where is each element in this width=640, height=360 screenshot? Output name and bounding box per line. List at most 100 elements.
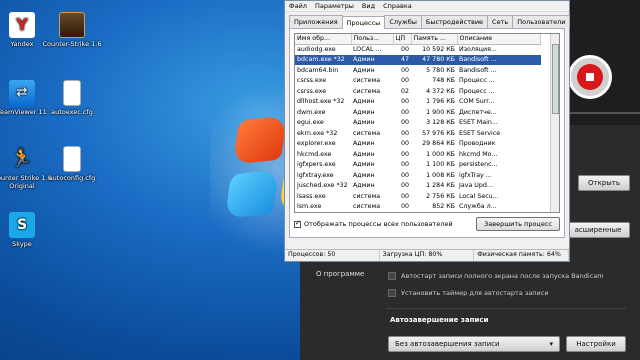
table-cell: Диспетче... — [459, 108, 497, 116]
windows-logo-red — [232, 115, 288, 165]
desktop-icon-counter-strike[interactable]: Counter-Strike 1.6 — [40, 12, 104, 48]
table-row[interactable]: jusched.exe *32 Админ 00 1 284 КБ Java Upd..… — [295, 181, 541, 192]
column-user[interactable]: Польз... — [351, 34, 394, 45]
process-table: Имя обр... Польз... ЦП Память ... Описан… — [295, 34, 541, 212]
column-memory[interactable]: Память ... — [411, 34, 458, 45]
menu-file[interactable]: Файл — [289, 2, 307, 10]
table-row[interactable]: csrss.exe система 02 4 372 КБ Процесс ... — [295, 86, 541, 97]
status-bar: Процессов: 50 Загрузка ЦП: 80% Физическа… — [285, 249, 570, 261]
table-cell: explorer.exe — [297, 140, 336, 148]
desktop-icon-autoexec[interactable]: autoexec.cfg — [40, 80, 104, 116]
table-cell: Процесс ... — [459, 87, 495, 95]
table-row[interactable]: egui.exe Админ 00 3 128 КБ ESET Main... — [295, 118, 541, 129]
table-cell: Админ — [353, 182, 375, 190]
advanced-button[interactable]: асширенные — [566, 222, 630, 238]
auto-start-checkbox[interactable]: Автостарт записи полного экрана после за… — [388, 272, 604, 280]
table-cell: igfxTray ... — [459, 171, 492, 179]
table-row[interactable]: lsm.exe система 00 852 КБ Служба л... — [295, 202, 541, 213]
panel-footer: Отображать процессы всех пользователей З… — [294, 217, 560, 231]
vertical-scrollbar[interactable] — [550, 34, 559, 212]
counter-strike-icon — [59, 12, 85, 38]
auto-finish-dropdown[interactable]: Без автозавершения записи ▾ — [388, 336, 560, 352]
table-row[interactable]: dllhost.exe *32 Админ 00 1 796 КБ COM Surr..… — [295, 97, 541, 108]
table-cell: 00 — [400, 192, 409, 200]
table-cell: Bandisoft ... — [459, 66, 497, 74]
table-cell: система — [353, 87, 381, 95]
column-description[interactable]: Описание — [457, 34, 541, 45]
table-cell: система — [353, 77, 381, 85]
tab-applications[interactable]: Приложения — [289, 15, 343, 28]
table-cell: Bandisoft ... — [457, 54, 541, 65]
table-cell: csrss.exe — [297, 77, 327, 85]
table-row[interactable]: bdcam.exe *32 Админ 47 47 780 КБ Bandisoft .… — [295, 54, 541, 65]
section-divider — [386, 308, 626, 309]
soldier-icon: 🏃 — [10, 148, 34, 169]
table-cell: bdcam.exe *32 — [295, 54, 351, 65]
menu-bar: Файл Параметры Вид Справка — [285, 1, 569, 12]
column-image-name[interactable]: Имя обр... — [295, 34, 352, 45]
table-row[interactable]: audiodg.exe LOCAL ... 00 10 592 КБ Изоляция.… — [295, 44, 541, 55]
timer-checkbox[interactable]: Установить таймер для автостарта записи — [388, 289, 549, 297]
checkbox-box — [388, 272, 396, 280]
settings-button[interactable]: Настройки — [566, 336, 626, 352]
table-cell: dwm.exe — [297, 108, 326, 116]
menu-view[interactable]: Вид — [362, 2, 375, 10]
menu-help[interactable]: Справка — [383, 2, 412, 10]
table-cell: Изоляция... — [459, 46, 497, 53]
tab-services[interactable]: Службы — [384, 15, 422, 28]
processes-panel: Имя обр... Польз... ЦП Память ... Описан… — [289, 28, 565, 238]
desktop-icon-skype[interactable]: S Skype — [0, 212, 54, 248]
table-row[interactable]: hkcmd.exe Админ 00 1 000 КБ hkcmd Mo... — [295, 149, 541, 160]
column-cpu[interactable]: ЦП — [393, 34, 412, 45]
checkbox-box — [294, 219, 301, 228]
show-all-processes-checkbox[interactable]: Отображать процессы всех пользователей — [294, 219, 453, 228]
task-manager-window: Файл Параметры Вид Справка Приложения Пр… — [284, 0, 571, 262]
table-row[interactable]: ekrn.exe *32 система 00 57 976 КБ ESET Servi… — [295, 128, 541, 139]
end-process-button[interactable]: Завершить процесс — [476, 217, 560, 231]
chevron-down-icon: ▾ — [549, 340, 553, 348]
table-row[interactable]: csrss.exe система 00 748 КБ Процесс ... — [295, 76, 541, 87]
table-cell: 00 — [400, 161, 409, 169]
table-row[interactable]: lsass.exe система 00 2 756 КБ Local Secu... — [295, 191, 541, 202]
table-cell: igfxtray.exe — [297, 171, 334, 179]
table-cell: 00 — [400, 77, 409, 85]
cfg-file-icon — [63, 80, 81, 106]
tab-users[interactable]: Пользователи — [512, 15, 571, 28]
table-cell: Процесс ... — [459, 77, 495, 85]
tab-processes[interactable]: Процессы — [341, 16, 386, 29]
table-cell: система — [353, 129, 381, 137]
timer-label: Установить таймер для автостарта записи — [401, 289, 549, 297]
skype-icon: S — [9, 212, 35, 238]
table-cell: 3 128 КБ — [426, 119, 455, 127]
table-cell: 00 — [400, 182, 409, 190]
table-cell: 29 864 КБ — [422, 140, 455, 148]
table-cell: 00 — [400, 150, 409, 158]
table-cell: 00 — [400, 119, 409, 127]
table-row[interactable]: explorer.exe Админ 00 29 864 КБ Проводник — [295, 139, 541, 150]
table-cell: COM Surr... — [459, 98, 495, 106]
tab-performance[interactable]: Быстродействие — [420, 15, 489, 28]
scrollbar-thumb[interactable] — [552, 44, 559, 114]
table-row[interactable]: dwm.exe Админ 00 1 900 КБ Диспетче... — [295, 107, 541, 118]
menu-options[interactable]: Параметры — [315, 2, 354, 10]
table-cell: 2 756 КБ — [426, 192, 455, 200]
table-cell: 00 — [400, 129, 409, 137]
table-cell: 1 284 КБ — [426, 182, 455, 190]
process-list[interactable]: Имя обр... Польз... ЦП Память ... Описан… — [294, 33, 560, 213]
table-cell: 748 КБ — [432, 77, 455, 85]
table-cell: Админ — [353, 150, 375, 158]
table-row[interactable]: bdcam64.bin Админ 00 5 780 КБ Bandisoft ... — [295, 65, 541, 76]
table-row[interactable]: igfxpers.exe Админ 00 1 100 КБ persistenc... — [295, 160, 541, 171]
table-row[interactable]: igfxtray.exe Админ 00 1 008 КБ igfxTray ... — [295, 170, 541, 181]
open-button[interactable]: Открыть — [578, 175, 630, 191]
table-cell: 00 — [400, 98, 409, 106]
desktop-icon-autoconfig[interactable]: autoconfig.cfg — [40, 146, 104, 182]
table-cell: csrss.exe — [297, 87, 327, 95]
record-button[interactable] — [568, 55, 612, 99]
table-cell: 57 976 КБ — [422, 129, 455, 137]
table-cell: lsass.exe — [297, 192, 326, 200]
table-cell: hkcmd Mo... — [459, 150, 498, 158]
about-link[interactable]: О программе — [316, 270, 364, 278]
table-cell: 1 900 КБ — [426, 108, 455, 116]
tab-network[interactable]: Сеть — [487, 15, 514, 28]
